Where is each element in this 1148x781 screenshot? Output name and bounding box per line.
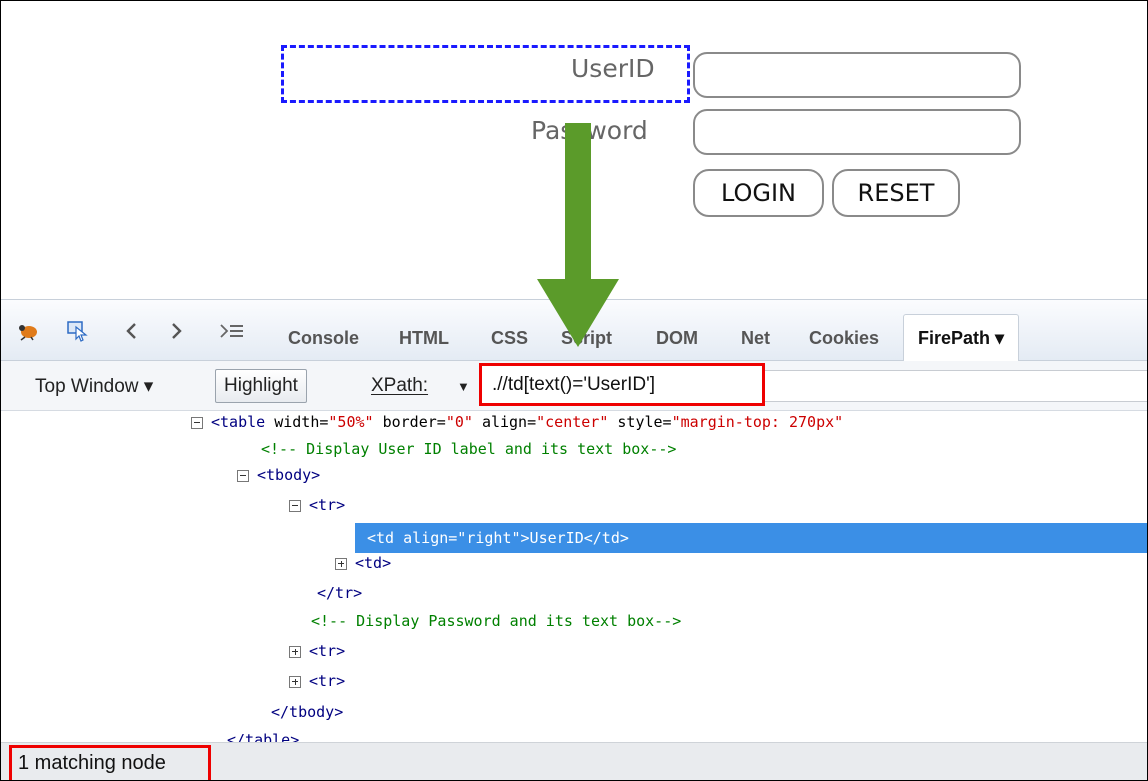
tree-line-selected[interactable]: <td align="right">UserID</td> [355, 523, 1147, 553]
tab-cookies[interactable]: Cookies [809, 314, 879, 362]
userid-label: UserID [571, 54, 655, 83]
html-tree: <table width="50%" border="0" align="cen… [1, 411, 1147, 749]
xpath-type-dropdown-icon[interactable]: ▼ [457, 369, 470, 403]
tree-line-td[interactable]: <td> [335, 552, 391, 574]
annotation-arrow-icon [537, 123, 619, 347]
expand-icon[interactable] [289, 675, 301, 688]
tab-css[interactable]: CSS [491, 314, 528, 362]
highlight-button[interactable]: Highlight [215, 369, 307, 403]
xpath-field-extension[interactable] [765, 370, 1147, 402]
expand-icon[interactable] [289, 645, 301, 658]
xpath-input[interactable] [479, 363, 765, 406]
xpath-label: XPath: [371, 369, 428, 403]
tab-dom[interactable]: DOM [656, 314, 698, 362]
collapse-icon[interactable] [289, 499, 301, 512]
tab-console[interactable]: Console [288, 314, 359, 362]
firebug-icon[interactable] [15, 318, 41, 344]
tree-line-tr-collapsed[interactable]: <tr> [289, 670, 345, 692]
tree-line-tbody-close: </tbody> [271, 703, 344, 721]
tree-comment-password: <!-- Display Password and its text box--… [311, 612, 682, 630]
tab-firepath[interactable]: FirePath ▾ [903, 314, 1020, 362]
status-bar: 1 matching node [1, 742, 1147, 780]
screenshot-frame: UserID Password LOGIN RESET Console HTML [0, 0, 1148, 781]
collapse-icon[interactable] [237, 469, 249, 482]
xpath-label-text: XPath: [371, 375, 429, 396]
password-input[interactable] [693, 109, 1021, 155]
tree-line-tr-close: </tr> [317, 584, 363, 602]
tree-line-tr[interactable]: <tr> [289, 494, 345, 516]
tree-line-tbody[interactable]: <tbody> [237, 464, 320, 486]
tab-html[interactable]: HTML [399, 314, 449, 362]
back-icon[interactable] [119, 318, 145, 344]
reset-button[interactable]: RESET [832, 169, 960, 217]
top-window-dropdown[interactable]: Top Window ▾ [35, 369, 153, 403]
expand-icon[interactable] [335, 557, 347, 570]
tree-line-table[interactable]: <table width="50%" border="0" align="cen… [191, 411, 843, 433]
tree-line-tr-collapsed[interactable]: <tr> [289, 640, 345, 662]
userid-input[interactable] [693, 52, 1021, 98]
login-button[interactable]: LOGIN [693, 169, 824, 217]
firebug-panel: Console HTML CSS Script DOM Net Cookies … [1, 299, 1147, 780]
match-count-status: 1 matching node [9, 745, 211, 780]
tree-comment-userid: <!-- Display User ID label and its text … [261, 440, 677, 458]
forward-icon[interactable] [163, 318, 189, 344]
tab-net[interactable]: Net [741, 314, 770, 362]
inspect-icon[interactable] [65, 318, 91, 344]
collapse-icon[interactable] [191, 416, 203, 429]
command-line-icon[interactable] [219, 318, 245, 344]
